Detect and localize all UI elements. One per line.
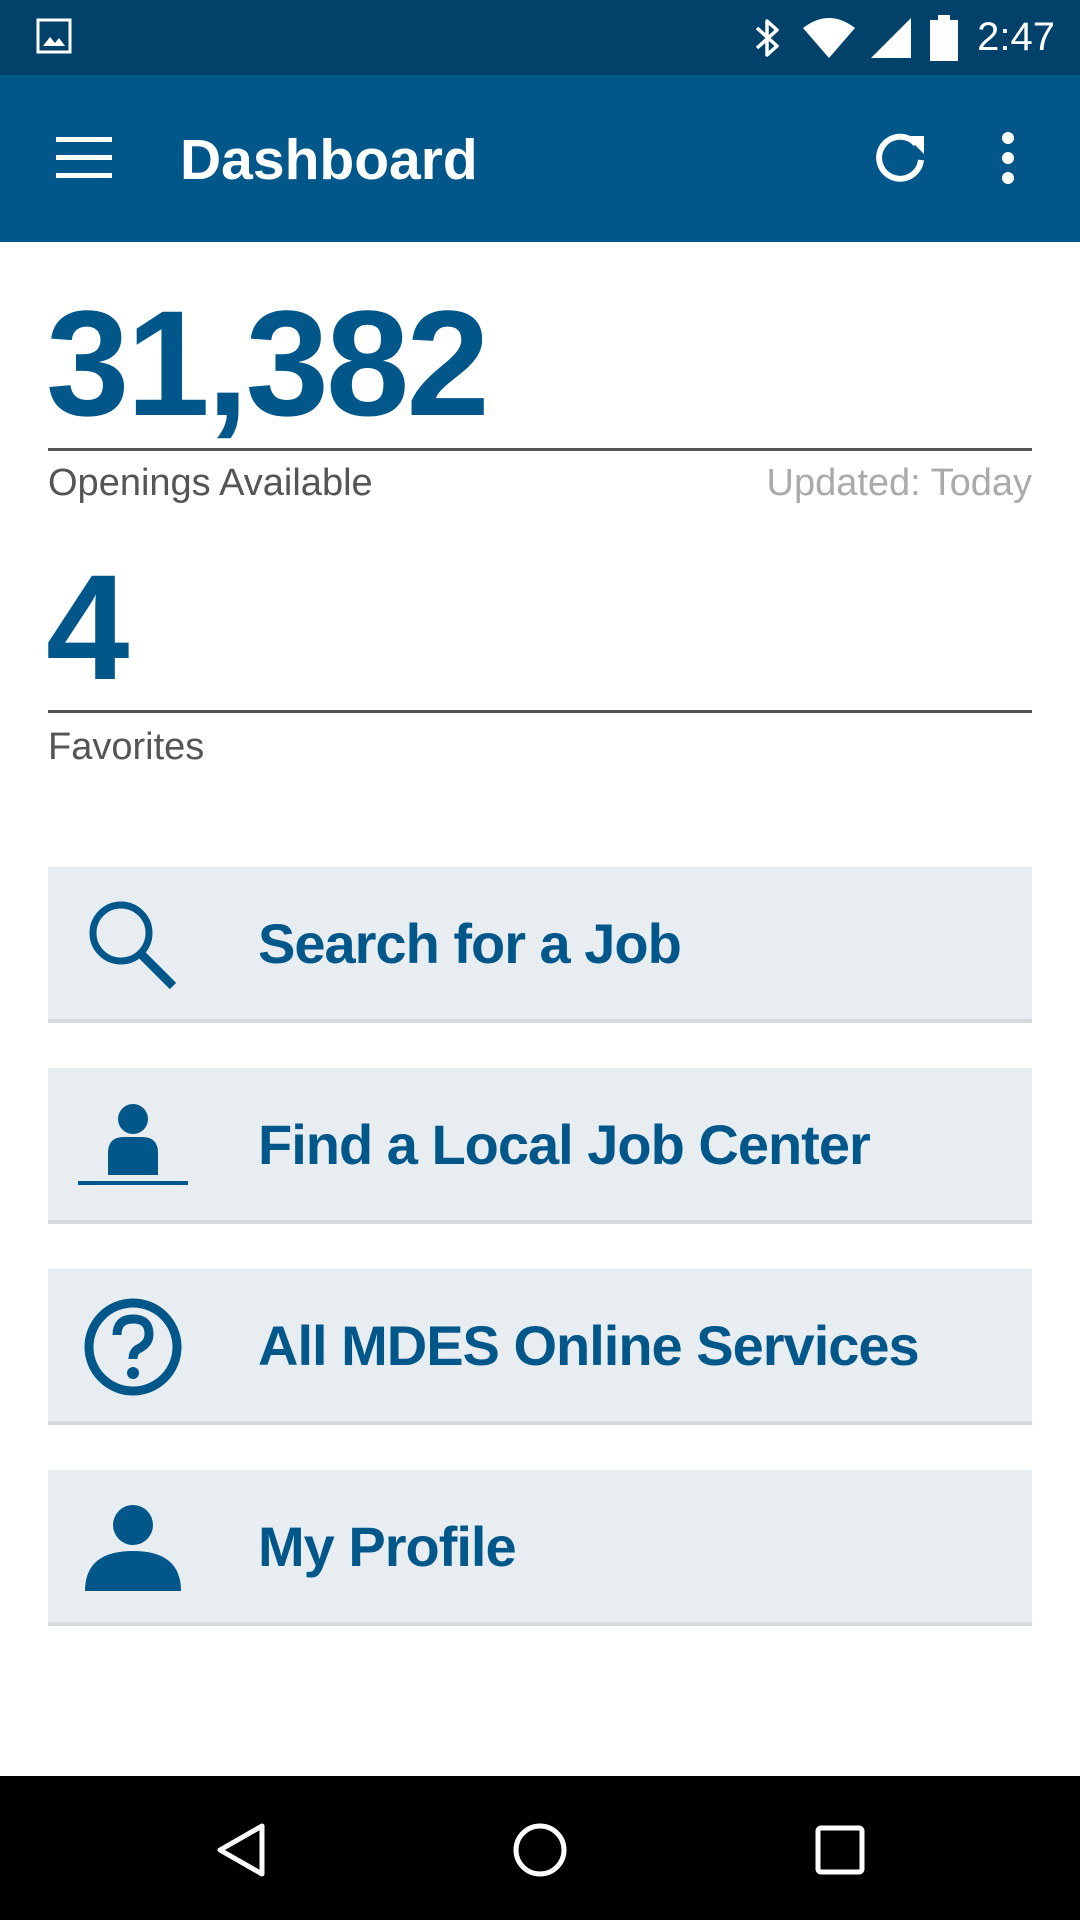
search-icon <box>78 895 188 995</box>
openings-label: Openings Available <box>48 462 373 504</box>
job-center-button[interactable]: Find a Local Job Center <box>48 1068 1032 1224</box>
help-icon <box>78 1297 188 1397</box>
recents-icon[interactable] <box>810 1820 870 1880</box>
app-bar: Dashboard <box>0 75 1080 242</box>
refresh-icon[interactable] <box>872 130 928 186</box>
status-time: 2:47 <box>977 15 1055 59</box>
home-icon[interactable] <box>510 1820 570 1880</box>
favorites-divider <box>48 710 1032 713</box>
search-job-label: Search for a Job <box>258 911 682 975</box>
overflow-menu-icon[interactable] <box>990 130 1026 186</box>
profile-icon <box>78 1498 188 1598</box>
my-profile-label: My Profile <box>258 1514 517 1578</box>
updated-label: Updated: Today <box>766 462 1033 504</box>
mdes-services-label: All MDES Online Services <box>258 1313 920 1377</box>
job-center-label: Find a Local Job Center <box>258 1112 871 1176</box>
back-icon[interactable] <box>210 1820 270 1880</box>
gallery-icon <box>36 18 72 54</box>
wifi-icon <box>803 17 856 58</box>
signal-icon <box>871 17 912 58</box>
mdes-services-button[interactable]: All MDES Online Services <box>48 1269 1032 1425</box>
openings-count: 31,382 <box>46 279 490 447</box>
my-profile-button[interactable]: My Profile <box>48 1470 1032 1626</box>
battery-icon <box>930 14 959 61</box>
openings-divider <box>48 448 1032 451</box>
system-nav-bar <box>0 1776 1080 1920</box>
bluetooth-icon <box>755 18 779 57</box>
job-center-icon <box>78 1096 188 1196</box>
favorites-label[interactable]: Favorites <box>48 728 204 766</box>
page-title: Dashboard <box>180 128 478 192</box>
menu-icon[interactable] <box>56 135 112 181</box>
status-bar: 2:47 <box>0 0 1080 75</box>
favorites-count[interactable]: 4 <box>46 552 129 702</box>
search-job-button[interactable]: Search for a Job <box>48 867 1032 1023</box>
